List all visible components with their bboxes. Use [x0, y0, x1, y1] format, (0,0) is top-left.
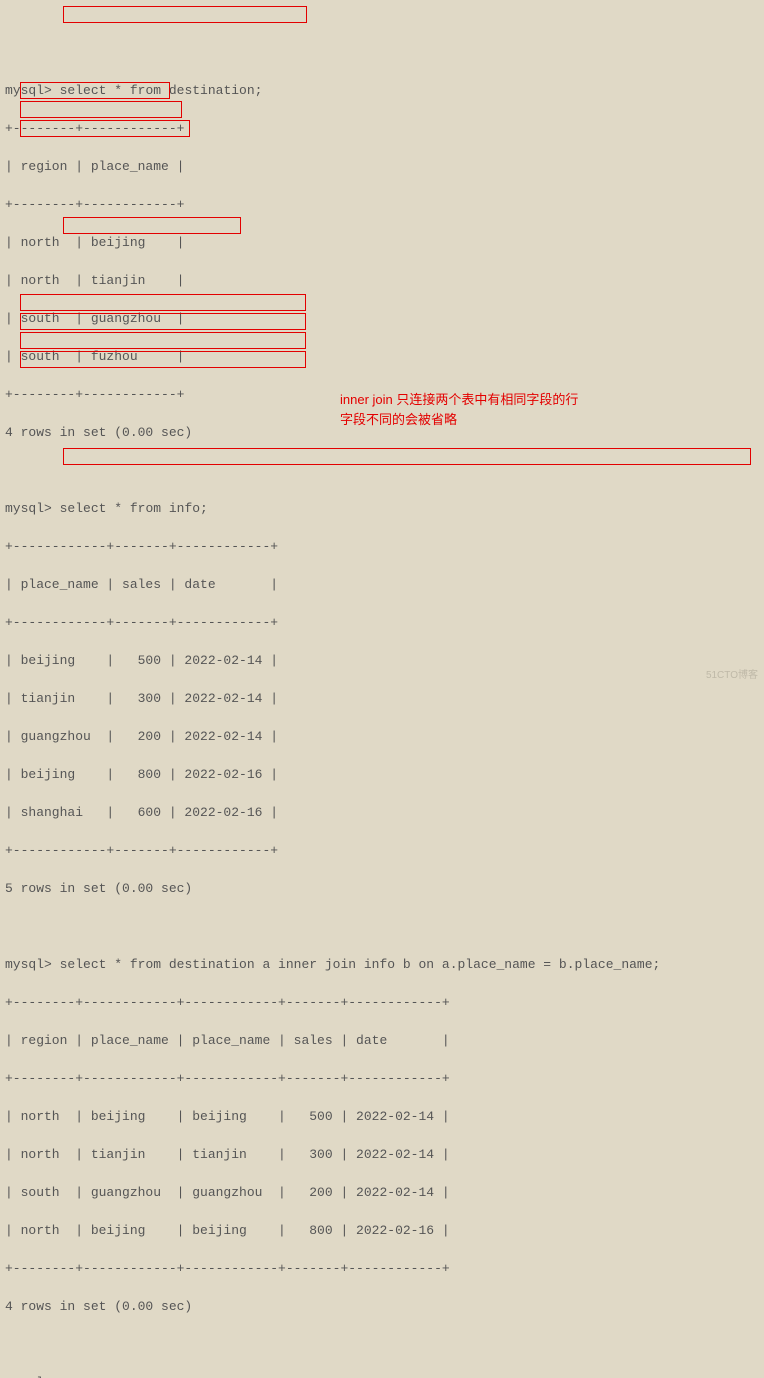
highlight-box: [20, 101, 182, 118]
table-border: +--------+------------+------------+----…: [5, 993, 759, 1012]
table-border: +--------+------------+: [5, 119, 759, 138]
table-header: | region | place_name | place_name | sal…: [5, 1031, 759, 1050]
terminal-line: mysql> select * from info;: [5, 499, 759, 518]
annotation-line: 字段不同的会被省略: [340, 410, 640, 430]
result-footer: 4 rows in set (0.00 sec): [5, 1297, 759, 1316]
table-border: +------------+-------+------------+: [5, 537, 759, 556]
table-row: | shanghai | 600 | 2022-02-16 |: [5, 803, 759, 822]
watermark: 51CTO博客: [706, 666, 758, 685]
sql-query: select * from destination;: [60, 83, 263, 98]
sql-query: select * from info;: [60, 501, 208, 516]
table-row: | north | beijing | beijing | 500 | 2022…: [5, 1107, 759, 1126]
table-row: | guangzhou | 200 | 2022-02-14 |: [5, 727, 759, 746]
table-border: +--------+------------+------------+----…: [5, 1259, 759, 1278]
terminal-line: mysql> select * from destination;: [5, 81, 759, 100]
table-row: | north | tianjin | tianjin | 300 | 2022…: [5, 1145, 759, 1164]
highlight-box: [63, 6, 307, 23]
table-border: +--------+------------+: [5, 195, 759, 214]
table-border: +--------+------------+------------+----…: [5, 1069, 759, 1088]
annotation-text: inner join 只连接两个表中有相同字段的行 字段不同的会被省略: [340, 390, 640, 430]
table-header: | place_name | sales | date |: [5, 575, 759, 594]
table-row: | beijing | 800 | 2022-02-16 |: [5, 765, 759, 784]
terminal-line[interactable]: mysql> -: [5, 1373, 759, 1378]
table-header: | region | place_name |: [5, 157, 759, 176]
blank-line: [5, 917, 759, 936]
cursor: -: [60, 1375, 68, 1378]
terminal-line: mysql> select * from destination a inner…: [5, 955, 759, 974]
annotation-line: inner join 只连接两个表中有相同字段的行: [340, 390, 640, 410]
table-border: +------------+-------+------------+: [5, 613, 759, 632]
mysql-prompt: mysql>: [5, 501, 52, 516]
blank-line: [5, 461, 759, 480]
table-row: | south | guangzhou | guangzhou | 200 | …: [5, 1183, 759, 1202]
table-row: | tianjin | 300 | 2022-02-14 |: [5, 689, 759, 708]
highlight-box: [63, 217, 241, 234]
table-row: | beijing | 500 | 2022-02-14 |: [5, 651, 759, 670]
result-footer: 5 rows in set (0.00 sec): [5, 879, 759, 898]
mysql-prompt: mysql>: [5, 957, 52, 972]
sql-query: select * from destination a inner join i…: [60, 957, 661, 972]
mysql-prompt: mysql>: [5, 83, 52, 98]
table-row: | north | beijing | beijing | 800 | 2022…: [5, 1221, 759, 1240]
table-row: | south | guangzhou |: [5, 309, 759, 328]
table-row: | north | beijing |: [5, 233, 759, 252]
table-row: | north | tianjin |: [5, 271, 759, 290]
table-border: +------------+-------+------------+: [5, 841, 759, 860]
table-row: | south | fuzhou |: [5, 347, 759, 366]
mysql-prompt: mysql>: [5, 1375, 52, 1378]
blank-line: [5, 1335, 759, 1354]
